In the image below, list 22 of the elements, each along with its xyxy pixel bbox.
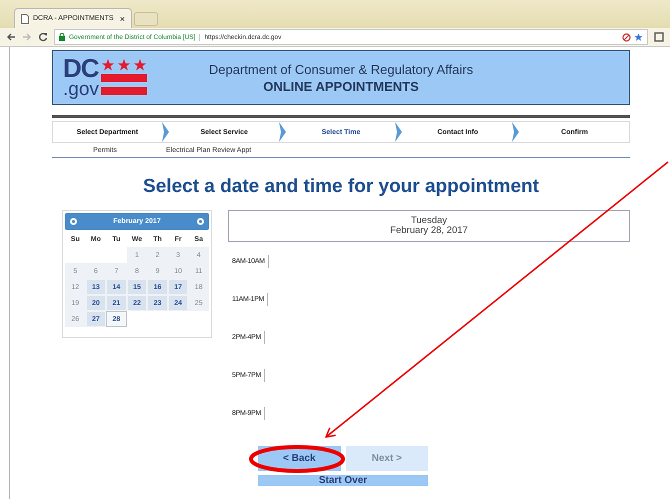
- page-icon: [21, 14, 29, 24]
- logo-text: .gov: [63, 80, 99, 98]
- blocked-icon[interactable]: [622, 32, 631, 42]
- lock-icon: [59, 33, 65, 41]
- start-over-button[interactable]: Start Over: [258, 475, 428, 486]
- page-heading: Select a date and time for your appointment: [142, 176, 540, 198]
- star-icon[interactable]: [634, 32, 643, 42]
- logo-text: DC: [63, 57, 99, 81]
- site-title: ONLINE APPOINTMENTS: [262, 78, 420, 94]
- weekday-text: Tuesday: [410, 216, 448, 226]
- chevron-icon: [278, 122, 287, 142]
- chevron-icon: [512, 122, 520, 142]
- extension-icon[interactable]: [654, 32, 664, 42]
- flag-icon: [100, 58, 147, 96]
- date-text: February 28, 2017: [390, 226, 468, 236]
- agency-name: Department of Consumer & Regulatory Affairs: [208, 62, 474, 76]
- reload-icon[interactable]: [38, 32, 48, 42]
- next-month-icon[interactable]: [196, 218, 204, 225]
- chevron-icon: [395, 122, 404, 142]
- chevron-icon: [162, 122, 170, 142]
- back-icon[interactable]: [6, 32, 16, 42]
- previous-month-icon[interactable]: [70, 218, 77, 225]
